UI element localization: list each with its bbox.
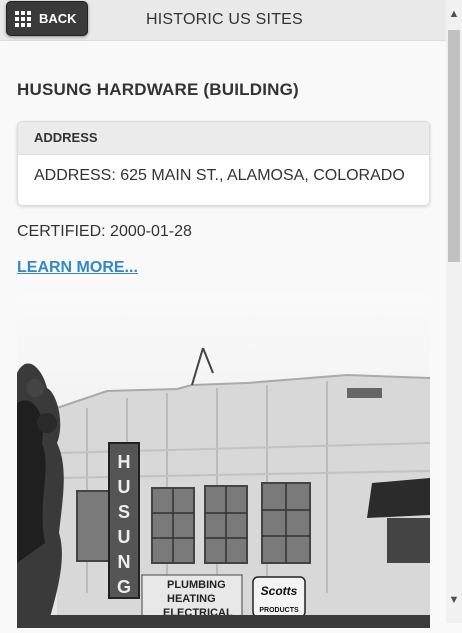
page-title: HUSUNG HARDWARE (BUILDING) xyxy=(17,80,299,99)
app-header: BACK HISTORIC US SITES xyxy=(0,0,446,41)
svg-text:U: U xyxy=(118,527,131,547)
address-value: ADDRESS: 625 MAIN ST., ALAMOSA, COLORADO xyxy=(34,167,405,184)
svg-text:N: N xyxy=(118,552,131,572)
svg-text:PLUMBING: PLUMBING xyxy=(167,579,226,591)
grid-icon xyxy=(15,10,31,27)
certified-date: CERTIFIED: 2000-01-28 xyxy=(17,223,192,240)
chevron-down-icon[interactable]: ▼ xyxy=(446,592,462,609)
svg-text:S: S xyxy=(118,502,130,522)
scrollbar[interactable]: ▲ ▼ xyxy=(446,0,462,623)
learn-more-link[interactable]: LEARN MORE... xyxy=(17,259,138,277)
svg-text:G: G xyxy=(117,577,131,597)
address-card-heading: ADDRESS xyxy=(18,122,429,155)
svg-text:U: U xyxy=(118,477,131,497)
svg-text:H: H xyxy=(118,452,131,472)
back-button-label: BACK xyxy=(39,11,77,26)
header-title: HISTORIC US SITES xyxy=(146,11,303,28)
back-button[interactable]: BACK xyxy=(6,1,88,36)
scrollbar-thumb[interactable] xyxy=(448,30,460,262)
svg-text:HEATING: HEATING xyxy=(167,593,216,605)
building-photo: H U S U N G PLUMBING HEATING ELECTRICAL … xyxy=(17,293,431,629)
chevron-up-icon[interactable]: ▲ xyxy=(446,6,462,23)
svg-text:PRODUCTS: PRODUCTS xyxy=(259,607,299,614)
building-photo-image: H U S U N G PLUMBING HEATING ELECTRICAL … xyxy=(17,293,431,629)
svg-text:Scotts: Scotts xyxy=(261,584,298,598)
address-card: ADDRESS ADDRESS: 625 MAIN ST., ALAMOSA, … xyxy=(17,121,430,206)
